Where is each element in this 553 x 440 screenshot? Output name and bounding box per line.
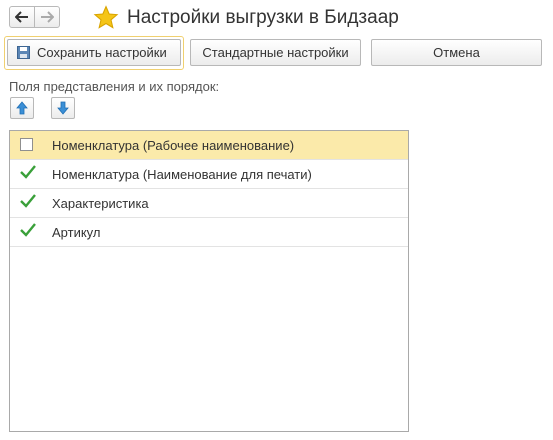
star-icon[interactable] — [93, 5, 119, 31]
arrow-left-icon — [15, 11, 28, 23]
table-row[interactable]: Номенклатура (Наименование для печати) — [10, 160, 408, 189]
move-up-button[interactable] — [10, 97, 34, 119]
floppy-icon — [17, 46, 30, 59]
table-row[interactable]: Характеристика — [10, 189, 408, 218]
settings-window: Настройки выгрузки в Бидзаар Сохранить н… — [0, 0, 553, 440]
page-title: Настройки выгрузки в Бидзаар — [127, 7, 399, 28]
table-row[interactable]: Артикул — [10, 218, 408, 247]
checkmark-icon[interactable] — [19, 221, 37, 239]
save-settings-label: Сохранить настройки — [37, 45, 167, 60]
arrow-up-icon — [16, 101, 28, 115]
row-label: Артикул — [52, 225, 101, 240]
arrow-right-icon — [41, 11, 54, 23]
row-label: Номенклатура (Наименование для печати) — [52, 167, 312, 182]
row-label: Номенклатура (Рабочее наименование) — [52, 138, 295, 153]
table-row[interactable]: Номенклатура (Рабочее наименование) — [10, 131, 408, 160]
row-label: Характеристика — [52, 196, 149, 211]
row-checkbox-unchecked[interactable] — [20, 138, 33, 151]
checkmark-icon[interactable] — [19, 163, 37, 181]
cancel-button[interactable]: Отмена — [371, 39, 542, 66]
back-button[interactable] — [9, 6, 35, 28]
forward-button[interactable] — [34, 6, 60, 28]
save-settings-button[interactable]: Сохранить настройки — [7, 39, 181, 66]
fields-order-label: Поля представления и их порядок: — [9, 79, 220, 94]
arrow-down-icon — [57, 101, 69, 115]
fields-table[interactable]: Номенклатура (Рабочее наименование) Номе… — [9, 130, 409, 432]
checkmark-icon[interactable] — [19, 192, 37, 210]
standard-settings-button[interactable]: Стандартные настройки — [190, 39, 361, 66]
move-down-button[interactable] — [51, 97, 75, 119]
